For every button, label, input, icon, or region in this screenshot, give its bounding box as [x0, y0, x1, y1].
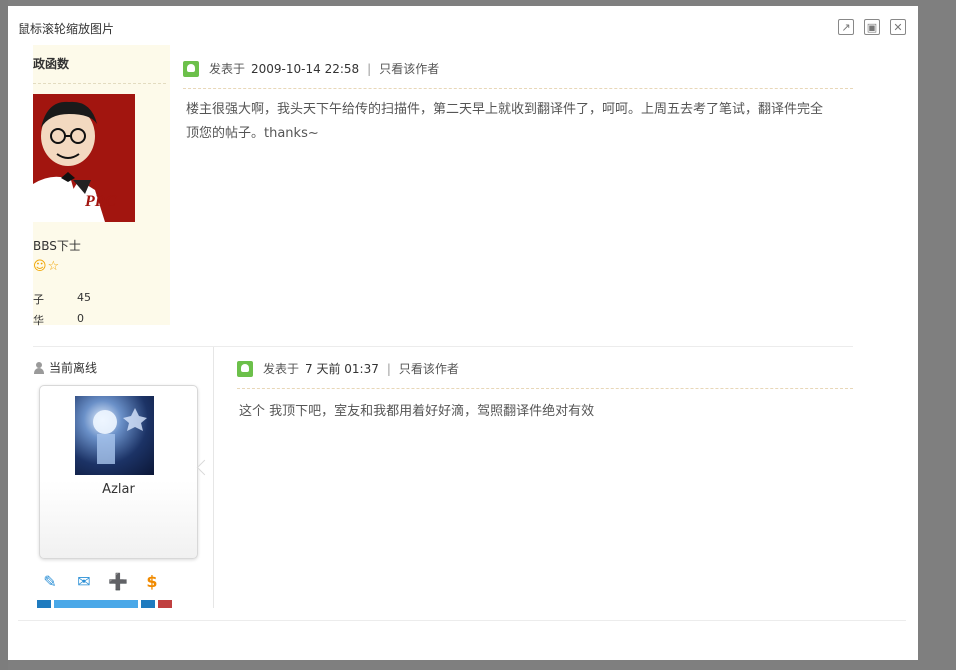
- posted-label: 发表于: [263, 362, 300, 376]
- avatar-logo-text: PRC: [84, 193, 116, 210]
- avatar[interactable]: PRC: [33, 94, 135, 222]
- user-rank: BBS下士: [33, 239, 81, 253]
- divider: [237, 388, 853, 389]
- badge-icon: [54, 600, 138, 608]
- zoomed-image: 政函数 PRC BBS下士 ☺☆ 子 45 华 0 发表于 2009-10-14…: [33, 45, 853, 608]
- user-actions: ✎ ✉ ➕ $: [39, 572, 163, 592]
- close-icon[interactable]: ✕: [890, 19, 906, 35]
- dialog-title: 鼠标滚轮缩放图片: [18, 22, 115, 36]
- separator: |: [367, 61, 372, 76]
- rank-stars-icon: ☺☆: [33, 259, 61, 274]
- user-icon: [33, 361, 45, 374]
- dialog-controls: ↗ ▣ ✕: [838, 19, 906, 35]
- post-icon: [237, 360, 253, 377]
- divider: [183, 88, 853, 89]
- post2-body: 这个 我顶下吧，室友和我都用着好好滴，驾照翻译件绝对有效: [239, 400, 594, 424]
- divider: [33, 83, 166, 84]
- author-card: Azlar: [39, 385, 198, 559]
- stat-label: 子: [33, 293, 44, 306]
- post2-header: 发表于 7 天前 01:37 | 只看该作者: [237, 360, 459, 377]
- add-friend-icon[interactable]: ➕: [107, 572, 129, 592]
- image-zoom-dialog: 鼠标滚轮缩放图片 ↗ ▣ ✕ 政函数 PRC BBS下士 ☺☆ 子 45 华 0…: [8, 6, 918, 660]
- badge-icon: [37, 600, 51, 608]
- badge-icon: [158, 600, 172, 608]
- message-icon[interactable]: ✉: [73, 572, 95, 592]
- avatar[interactable]: [75, 396, 154, 475]
- page-backdrop: [0, 0, 8, 670]
- post-text-line: 顶您的帖子。thanks~: [186, 126, 319, 141]
- online-status: 当前离线: [33, 359, 97, 376]
- stat-value: 0: [77, 312, 84, 325]
- post1-body: 楼主很强大啊，我头天下午给传的扫描件，第二天早上就收到翻译件了，呵呵。上周五去考…: [186, 98, 853, 146]
- username[interactable]: Azlar: [40, 482, 197, 497]
- maximize-icon[interactable]: ▣: [864, 19, 880, 35]
- only-author-link[interactable]: 只看该作者: [399, 360, 459, 377]
- reward-icon[interactable]: $: [141, 572, 163, 592]
- open-in-new-window-icon[interactable]: ↗: [838, 19, 854, 35]
- post-text-line: 这个 我顶下吧，室友和我都用着好好滴，驾照翻译件绝对有效: [239, 404, 595, 419]
- author-name: 政函数: [33, 57, 70, 71]
- user-badges: [37, 600, 172, 608]
- only-author-link[interactable]: 只看该作者: [379, 60, 439, 77]
- online-status-text: 当前离线: [49, 361, 98, 375]
- post-icon: [183, 60, 199, 77]
- edit-icon[interactable]: ✎: [39, 572, 61, 592]
- separator: |: [386, 361, 391, 376]
- post-date: 7 天前 01:37: [305, 362, 379, 376]
- post-date: 2009-10-14 22:58: [251, 61, 360, 76]
- dialog-footer-divider: [18, 620, 906, 621]
- stat-value: 45: [77, 291, 91, 304]
- card-pointer: [196, 459, 213, 476]
- posted-label: 发表于: [209, 62, 246, 76]
- post-text-line: 楼主很强大啊，我头天下午给传的扫描件，第二天早上就收到翻译件了，呵呵。上周五去考…: [186, 102, 824, 117]
- post1-author-panel: 政函数 PRC BBS下士 ☺☆ 子 45 华 0: [33, 45, 170, 327]
- stat-label: 华: [33, 314, 44, 327]
- post1-header: 发表于 2009-10-14 22:58 | 只看该作者: [183, 60, 439, 77]
- badge-icon: [141, 600, 155, 608]
- post2-author-panel: 当前离线 Azlar ✎ ✉ ➕ $: [33, 347, 214, 608]
